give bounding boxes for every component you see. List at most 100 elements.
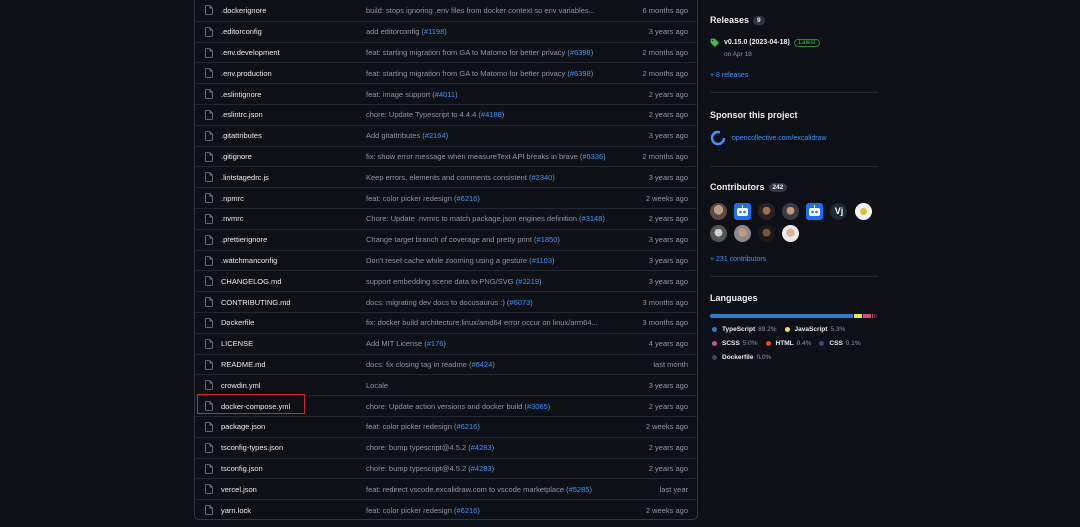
commit-message[interactable]: chore: bump typescript@4.5.2 (#4283) xyxy=(366,464,616,473)
avatar[interactable] xyxy=(710,203,727,220)
commit-message[interactable]: feat: color picker redesign (#6216) xyxy=(366,194,616,203)
release-tag[interactable]: v0.15.0 (2023-04-18) xyxy=(724,39,790,46)
file-name[interactable]: .env.production xyxy=(221,69,272,78)
commit-message[interactable]: docs: fix closing tag in readme (#6424) xyxy=(366,360,616,369)
file-row[interactable]: CHANGELOG.md support embedding scene data… xyxy=(195,270,697,291)
file-row[interactable]: tsconfig-types.json chore: bump typescrip… xyxy=(195,436,697,458)
pr-link[interactable]: #1103 xyxy=(532,256,552,265)
commit-message[interactable]: feat: color picker redesign (#6216) xyxy=(366,422,616,431)
avatar[interactable] xyxy=(710,225,727,242)
pr-link[interactable]: #2340 xyxy=(532,173,553,182)
contributors-title[interactable]: Contributors xyxy=(710,182,765,192)
releases-title[interactable]: Releases xyxy=(710,15,749,25)
file-row[interactable]: .lintstagedrc.js Keep errors, elements an… xyxy=(195,166,697,187)
pr-link[interactable]: #4283 xyxy=(471,464,492,473)
file-name[interactable]: .nvmrc xyxy=(221,214,244,223)
commit-message-text[interactable]: feat: image support ( xyxy=(366,90,435,99)
sponsor-item[interactable]: opencollective.com/excalidraw xyxy=(710,130,878,146)
commit-message-text[interactable]: build: stops ignoring .env files from do… xyxy=(366,6,595,15)
commit-message[interactable]: feat: redirect vscode.excalidraw.com to … xyxy=(366,485,616,494)
file-row[interactable]: README.md docs: fix closing tag in readme… xyxy=(195,353,697,375)
pr-link[interactable]: #3148 xyxy=(582,214,603,223)
file-name[interactable]: Dockerfile xyxy=(221,318,254,327)
pr-link[interactable]: #4011 xyxy=(435,90,455,99)
pr-link[interactable]: #4283 xyxy=(471,443,492,452)
file-name[interactable]: .dockerignore xyxy=(221,6,266,15)
commit-message[interactable]: Add gitattributes (#2164) xyxy=(366,131,616,140)
commit-message[interactable]: Add MIT License (#176) xyxy=(366,339,616,348)
commit-message[interactable]: add editorconfig (#1198) xyxy=(366,27,616,36)
avatar[interactable] xyxy=(758,225,776,242)
file-row[interactable]: .gitattributes Add gitattributes (#2164) 3… xyxy=(195,124,697,146)
file-name[interactable]: package.json xyxy=(221,422,265,431)
pr-link[interactable]: #6216 xyxy=(456,506,477,515)
commit-message-text[interactable]: feat: color picker redesign ( xyxy=(366,422,456,431)
avatar[interactable] xyxy=(782,203,800,220)
commit-message-text[interactable]: chore: Update action versions and docker… xyxy=(366,402,527,411)
commit-message-text[interactable]: feat: color picker redesign ( xyxy=(366,194,456,203)
avatar[interactable] xyxy=(758,203,776,220)
commit-message[interactable]: build: stops ignoring .env files from do… xyxy=(366,6,616,15)
file-row[interactable]: .watchmanconfig Don't reset cache while z… xyxy=(195,249,697,271)
pr-link[interactable]: #6216 xyxy=(456,422,477,431)
file-row[interactable]: .dockerignore build: stops ignoring .env … xyxy=(195,0,697,21)
language-item[interactable]: Dockerfile 0.0% xyxy=(712,351,771,364)
file-row[interactable]: .npmrc feat: color picker redesign (#6216… xyxy=(195,187,697,208)
bot-avatar[interactable] xyxy=(806,203,824,220)
pr-link[interactable]: #6424 xyxy=(471,360,492,369)
language-item[interactable]: SCSS 5.0% xyxy=(712,337,758,350)
pr-link[interactable]: #6336 xyxy=(582,152,603,161)
file-row[interactable]: .gitignore fix: show error message when m… xyxy=(195,145,697,167)
commit-message[interactable]: Chore: Update .nvmrc to match package.js… xyxy=(366,214,616,223)
file-name[interactable]: .eslintrc.json xyxy=(221,110,263,119)
file-name[interactable]: .lintstagedrc.js xyxy=(221,173,269,182)
pr-link[interactable]: #2164 xyxy=(425,131,446,140)
commit-message-text[interactable]: Don't reset cache while zooming using a … xyxy=(366,256,532,265)
file-name[interactable]: docker-compose.yml xyxy=(221,402,290,411)
commit-message-text[interactable]: docs: migrating dev docs to docusaurus :… xyxy=(366,298,509,307)
commit-message-text[interactable]: chore: bump typescript@4.5.2 ( xyxy=(366,443,471,452)
file-row[interactable]: package.json feat: color picker redesign … xyxy=(195,415,697,437)
avatar[interactable] xyxy=(854,203,872,220)
pr-link[interactable]: #5285 xyxy=(569,485,590,494)
file-name[interactable]: crowdin.yml xyxy=(221,381,261,390)
pr-link[interactable]: #176 xyxy=(427,339,444,348)
file-name[interactable]: .npmrc xyxy=(221,194,244,203)
file-row[interactable]: crowdin.yml Locale 3 years ago xyxy=(195,374,697,395)
sponsor-link[interactable]: opencollective.com/excalidraw xyxy=(732,135,827,142)
commit-message[interactable]: feat: color picker redesign (#6216) xyxy=(366,506,616,515)
commit-message-text[interactable]: feat: color picker redesign ( xyxy=(366,506,456,515)
commit-message-text[interactable]: Change target branch of coverage and pre… xyxy=(366,235,537,244)
commit-message-text[interactable]: support embedding scene data to PNG/SVG … xyxy=(366,277,518,286)
pr-link[interactable]: #4188 xyxy=(481,110,502,119)
commit-message[interactable]: Keep errors, elements and comments consi… xyxy=(366,173,616,182)
file-row[interactable]: .nvmrc Chore: Update .nvmrc to match pack… xyxy=(195,207,697,229)
file-name[interactable]: .eslintignore xyxy=(221,90,261,99)
latest-release[interactable]: v0.15.0 (2023-04-18) Latest xyxy=(710,38,878,47)
commit-message-text[interactable]: feat: starting migration from GA to Mato… xyxy=(366,48,570,57)
pr-link[interactable]: #1850 xyxy=(537,235,558,244)
file-name[interactable]: CHANGELOG.md xyxy=(221,277,281,286)
commit-message-text[interactable]: Add MIT License ( xyxy=(366,339,427,348)
file-row[interactable]: .eslintrc.json chore: Update Typescript t… xyxy=(195,103,697,125)
commit-message[interactable]: docs: migrating dev docs to docusaurus :… xyxy=(366,298,616,307)
pr-link[interactable]: #6398 xyxy=(570,69,591,78)
file-name[interactable]: CONTRIBUTING.md xyxy=(221,298,291,307)
file-name[interactable]: yarn.lock xyxy=(221,506,251,515)
commit-message-text[interactable]: feat: starting migration from GA to Mato… xyxy=(366,69,570,78)
file-row[interactable]: CONTRIBUTING.md docs: migrating dev docs … xyxy=(195,291,697,312)
file-row[interactable]: LICENSE Add MIT License (#176) 4 years ago xyxy=(195,332,697,354)
commit-message[interactable]: Change target branch of coverage and pre… xyxy=(366,235,616,244)
file-name[interactable]: .gitattributes xyxy=(221,131,262,140)
language-item[interactable]: HTML 0.4% xyxy=(765,337,811,350)
commit-message-text[interactable]: add editorconfig ( xyxy=(366,27,424,36)
commit-message[interactable]: feat: starting migration from GA to Mato… xyxy=(366,69,616,78)
file-name[interactable]: LICENSE xyxy=(221,339,253,348)
file-row[interactable]: .editorconfig add editorconfig (#1198) 3 y… xyxy=(195,20,697,42)
commit-message[interactable]: chore: Update action versions and docker… xyxy=(366,402,616,411)
avatar[interactable] xyxy=(734,225,752,242)
language-item[interactable]: CSS 0.1% xyxy=(819,337,861,350)
pr-link[interactable]: #6398 xyxy=(570,48,591,57)
commit-message[interactable]: Locale xyxy=(366,381,616,390)
commit-message[interactable]: fix: show error message when measureText… xyxy=(366,152,616,161)
